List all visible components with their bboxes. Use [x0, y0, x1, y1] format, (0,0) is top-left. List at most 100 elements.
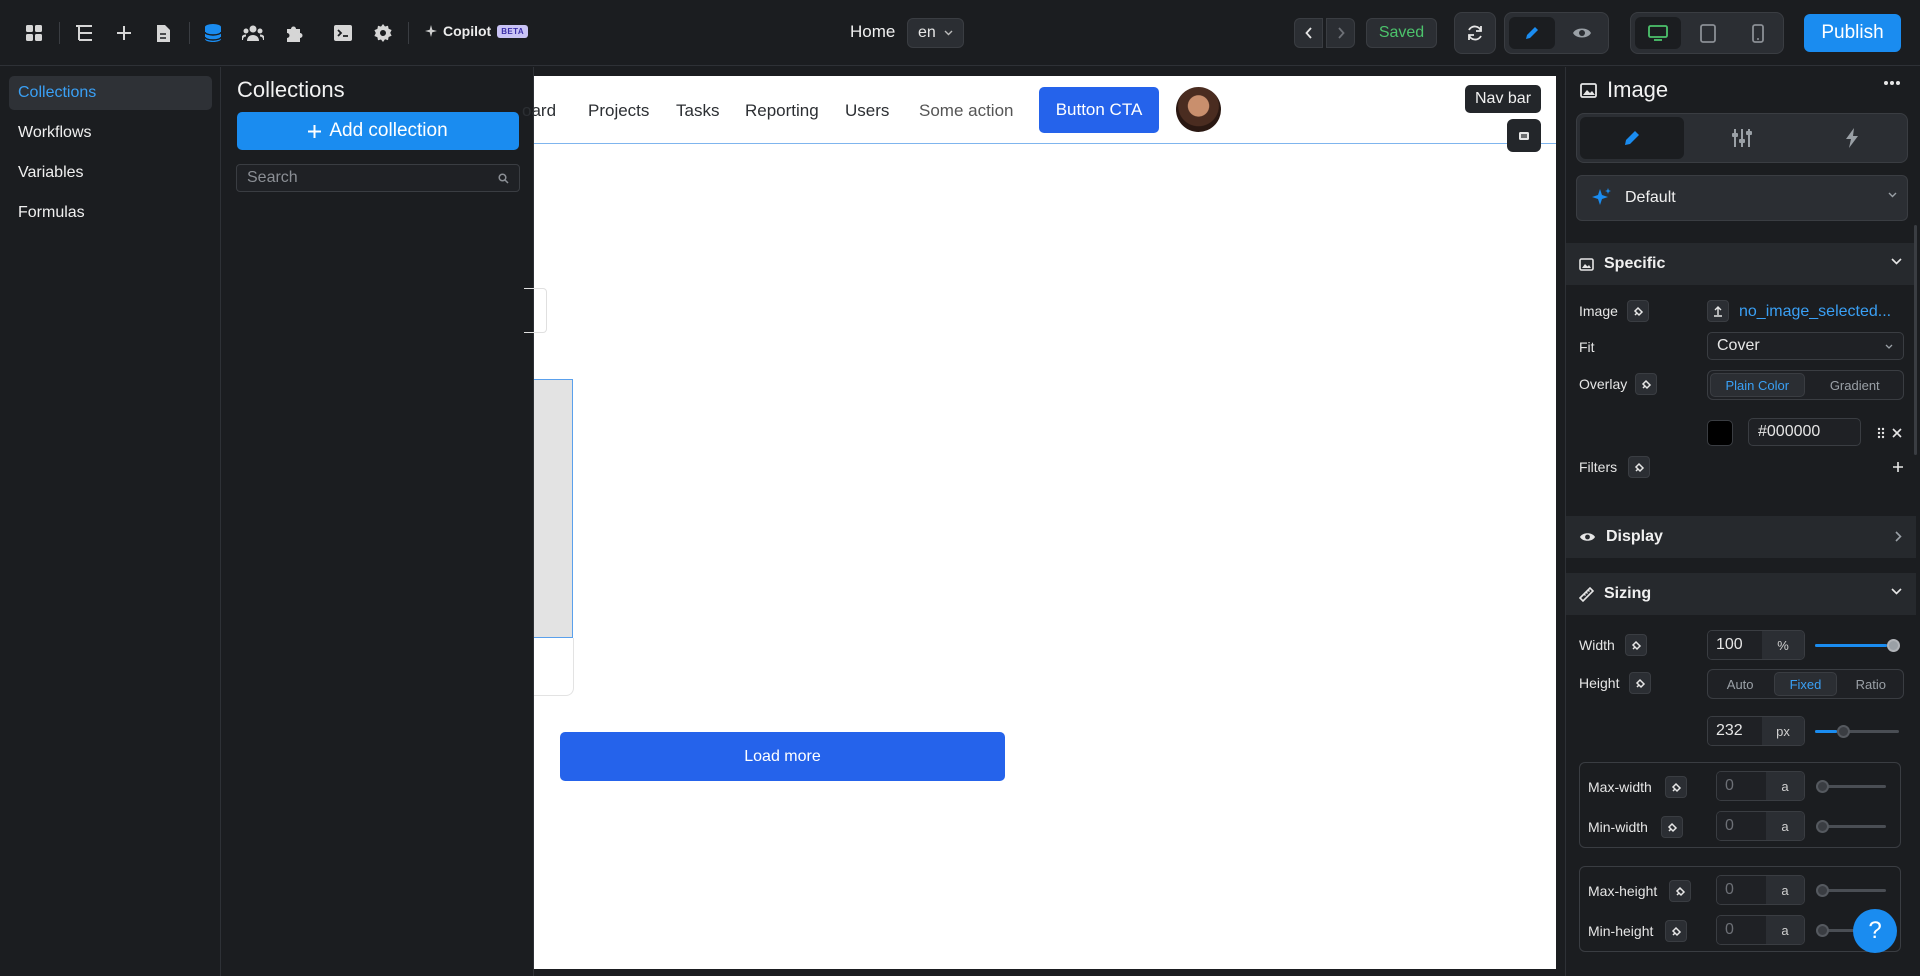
nav-link-dashboard[interactable]: oard [522, 101, 556, 121]
max-height-input[interactable]: 0 a [1716, 875, 1805, 905]
overlay-color-input[interactable]: #000000 [1748, 418, 1861, 446]
bind-max-width-button[interactable] [1665, 776, 1687, 798]
tab-workflows[interactable] [1800, 117, 1904, 159]
bind-width-button[interactable] [1625, 634, 1647, 656]
overlay-gradient-option[interactable]: Gradient [1809, 373, 1902, 397]
height-unit-select[interactable]: px [1761, 717, 1804, 745]
nav-link-users[interactable]: Users [845, 101, 889, 121]
width-input[interactable]: 100 % [1707, 630, 1805, 660]
min-width-input[interactable]: 0 a [1716, 811, 1805, 841]
sidebar-item-formulas[interactable]: Formulas [9, 196, 212, 230]
team-users-icon[interactable] [237, 17, 269, 49]
selected-image-element[interactable] [534, 379, 573, 638]
width-slider-knob[interactable] [1887, 639, 1900, 652]
add-filter-icon[interactable] [1893, 462, 1903, 472]
publish-button[interactable]: Publish [1804, 14, 1901, 52]
help-button[interactable]: ? [1853, 909, 1897, 953]
width-unit-select[interactable]: % [1761, 631, 1804, 659]
more-options-icon[interactable] [1884, 81, 1900, 85]
nav-link-tasks[interactable]: Tasks [676, 101, 719, 121]
section-display-header[interactable]: Display [1566, 516, 1916, 558]
max-width-input[interactable]: 0 a [1716, 771, 1805, 801]
section-sizing-header[interactable]: Sizing [1566, 573, 1916, 615]
page-icon[interactable] [147, 17, 179, 49]
drag-handle-icon[interactable] [1877, 427, 1885, 439]
canvas-navbar[interactable]: oard Projects Tasks Reporting Users Some… [522, 76, 1556, 144]
height-slider-knob[interactable] [1837, 725, 1850, 738]
max-height-slider-knob[interactable] [1816, 884, 1829, 897]
mobile-view-button[interactable] [1735, 17, 1781, 49]
nav-link-reporting[interactable]: Reporting [745, 101, 819, 121]
preview-mode-button[interactable] [1559, 17, 1605, 49]
page-canvas[interactable]: oard Projects Tasks Reporting Users Some… [522, 76, 1556, 969]
canvas-card[interactable] [534, 638, 574, 696]
min-width-unit[interactable]: a [1765, 812, 1804, 840]
min-height-unit[interactable]: a [1765, 916, 1804, 944]
redo-forward-button[interactable] [1326, 18, 1355, 48]
min-height-input[interactable]: 0 a [1716, 915, 1805, 945]
navbar-options-handle[interactable] [1507, 119, 1541, 152]
min-height-slider-knob[interactable] [1816, 924, 1829, 937]
height-mode-ratio[interactable]: Ratio [1841, 672, 1901, 696]
bind-image-button[interactable] [1627, 300, 1649, 322]
min-width-slider-knob[interactable] [1816, 820, 1829, 833]
chevron-down-icon [944, 30, 953, 36]
copilot-button[interactable]: Copilot BETA [425, 23, 529, 39]
canvas-input-frame[interactable] [524, 288, 547, 333]
settings-gear-icon[interactable] [367, 17, 399, 49]
tab-style[interactable] [1580, 117, 1684, 159]
bind-min-width-button[interactable] [1661, 816, 1683, 838]
desktop-view-button[interactable] [1635, 17, 1681, 49]
current-page-name[interactable]: Home [850, 22, 895, 42]
height-mode-fixed[interactable]: Fixed [1774, 672, 1837, 696]
nav-link-some-action[interactable]: Some action [919, 101, 1014, 121]
sidebar-item-collections[interactable]: Collections [9, 76, 212, 110]
bind-min-height-button[interactable] [1665, 920, 1687, 942]
max-width-slider[interactable] [1816, 780, 1886, 793]
layers-tree-icon[interactable] [68, 17, 100, 49]
edit-mode-button[interactable] [1509, 17, 1555, 49]
overlay-plain-color-option[interactable]: Plain Color [1710, 373, 1805, 397]
undo-back-button[interactable] [1294, 18, 1323, 48]
image-source-value[interactable]: no_image_selected... [1739, 303, 1891, 321]
height-input[interactable]: 232 px [1707, 716, 1805, 746]
language-select[interactable]: en [907, 18, 964, 48]
nav-link-projects[interactable]: Projects [588, 101, 649, 121]
max-width-slider-knob[interactable] [1816, 780, 1829, 793]
height-slider[interactable] [1815, 725, 1899, 738]
tablet-view-button[interactable] [1685, 17, 1731, 49]
avatar[interactable] [1176, 87, 1221, 132]
overlay-color-swatch[interactable] [1707, 420, 1733, 446]
remove-x-icon[interactable] [1892, 428, 1902, 438]
selection-tooltip: Nav bar [1465, 85, 1542, 113]
upload-image-button[interactable] [1707, 300, 1729, 322]
database-icon[interactable] [197, 17, 229, 49]
height-mode-auto[interactable]: Auto [1710, 672, 1770, 696]
bind-max-height-button[interactable] [1669, 880, 1691, 902]
bind-overlay-button[interactable] [1635, 373, 1657, 395]
sidebar-item-variables[interactable]: Variables [9, 156, 212, 190]
desktop-icon [1648, 25, 1668, 41]
max-height-slider[interactable] [1816, 884, 1886, 897]
add-collection-button[interactable]: Add collection [237, 112, 519, 150]
terminal-icon[interactable] [327, 17, 359, 49]
max-width-unit[interactable]: a [1765, 772, 1804, 800]
bind-filters-button[interactable] [1628, 456, 1650, 478]
add-element-icon[interactable] [108, 17, 140, 49]
section-specific-header[interactable]: Specific [1566, 243, 1916, 285]
sync-refresh-button[interactable] [1459, 17, 1491, 49]
bind-height-button[interactable] [1629, 672, 1651, 694]
apps-grid-icon[interactable] [18, 17, 50, 49]
tab-settings[interactable] [1690, 117, 1794, 159]
properties-scrollbar[interactable] [1914, 225, 1917, 455]
sidebar-item-workflows[interactable]: Workflows [9, 116, 212, 150]
preset-select[interactable]: Default [1576, 175, 1908, 221]
collection-search-input[interactable]: Search [236, 164, 520, 192]
fit-select[interactable]: Cover [1707, 332, 1904, 360]
width-slider[interactable] [1815, 639, 1900, 652]
button-cta[interactable]: Button CTA [1039, 87, 1159, 133]
load-more-button[interactable]: Load more [560, 732, 1005, 781]
max-height-unit[interactable]: a [1765, 876, 1804, 904]
plugin-puzzle-icon[interactable] [277, 17, 309, 49]
min-width-slider[interactable] [1816, 820, 1886, 833]
